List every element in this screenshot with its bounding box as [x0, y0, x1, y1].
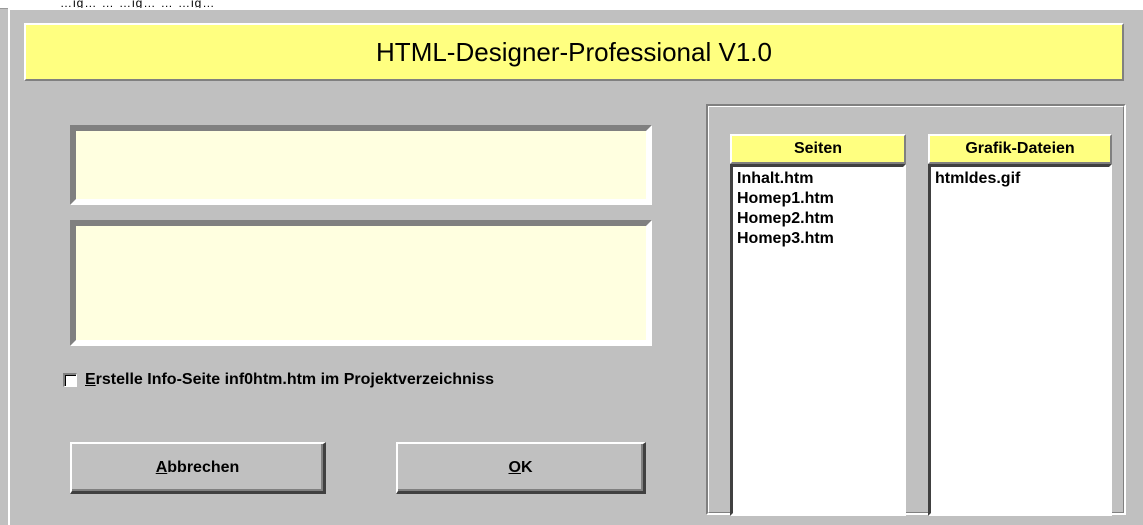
graphics-list-header-label: Grafik-Dateien: [965, 140, 1075, 157]
text-field-1[interactable]: [70, 125, 652, 205]
pages-list-header: Seiten: [730, 134, 906, 164]
info-page-checkbox-label[interactable]: Erstelle Info-Seite inf0htm.htm im Proje…: [85, 371, 494, 389]
cancel-button-label: Abbrechen: [155, 458, 240, 476]
list-item[interactable]: htmldes.gif: [935, 169, 1105, 189]
info-page-option[interactable]: Erstelle Info-Seite inf0htm.htm im Proje…: [63, 371, 494, 389]
list-item[interactable]: Homep2.htm: [737, 209, 899, 229]
text-field-2[interactable]: [70, 220, 652, 346]
app-title: HTML-Designer-Professional V1.0: [376, 36, 772, 67]
app-title-banner: HTML-Designer-Professional V1.0: [24, 23, 1124, 81]
pages-listbox[interactable]: Seiten Inhalt.htm Homep1.htm Homep2.htm …: [730, 134, 906, 516]
graphics-listbox[interactable]: Grafik-Dateien htmldes.gif: [928, 134, 1112, 516]
pages-list-header-label: Seiten: [793, 140, 842, 157]
graphics-list-header: Grafik-Dateien: [928, 134, 1112, 164]
pages-list-body[interactable]: Inhalt.htm Homep1.htm Homep2.htm Homep3.…: [730, 164, 906, 516]
info-page-checkbox[interactable]: [63, 373, 77, 387]
ok-button[interactable]: OK: [396, 442, 646, 494]
graphics-list-body[interactable]: htmldes.gif: [928, 164, 1112, 516]
list-item[interactable]: Inhalt.htm: [737, 169, 899, 189]
list-item[interactable]: Homep1.htm: [737, 189, 899, 209]
cancel-button[interactable]: Abbrechen: [70, 442, 326, 494]
ok-button-label: OK: [508, 458, 533, 476]
list-item[interactable]: Homep3.htm: [737, 229, 899, 249]
